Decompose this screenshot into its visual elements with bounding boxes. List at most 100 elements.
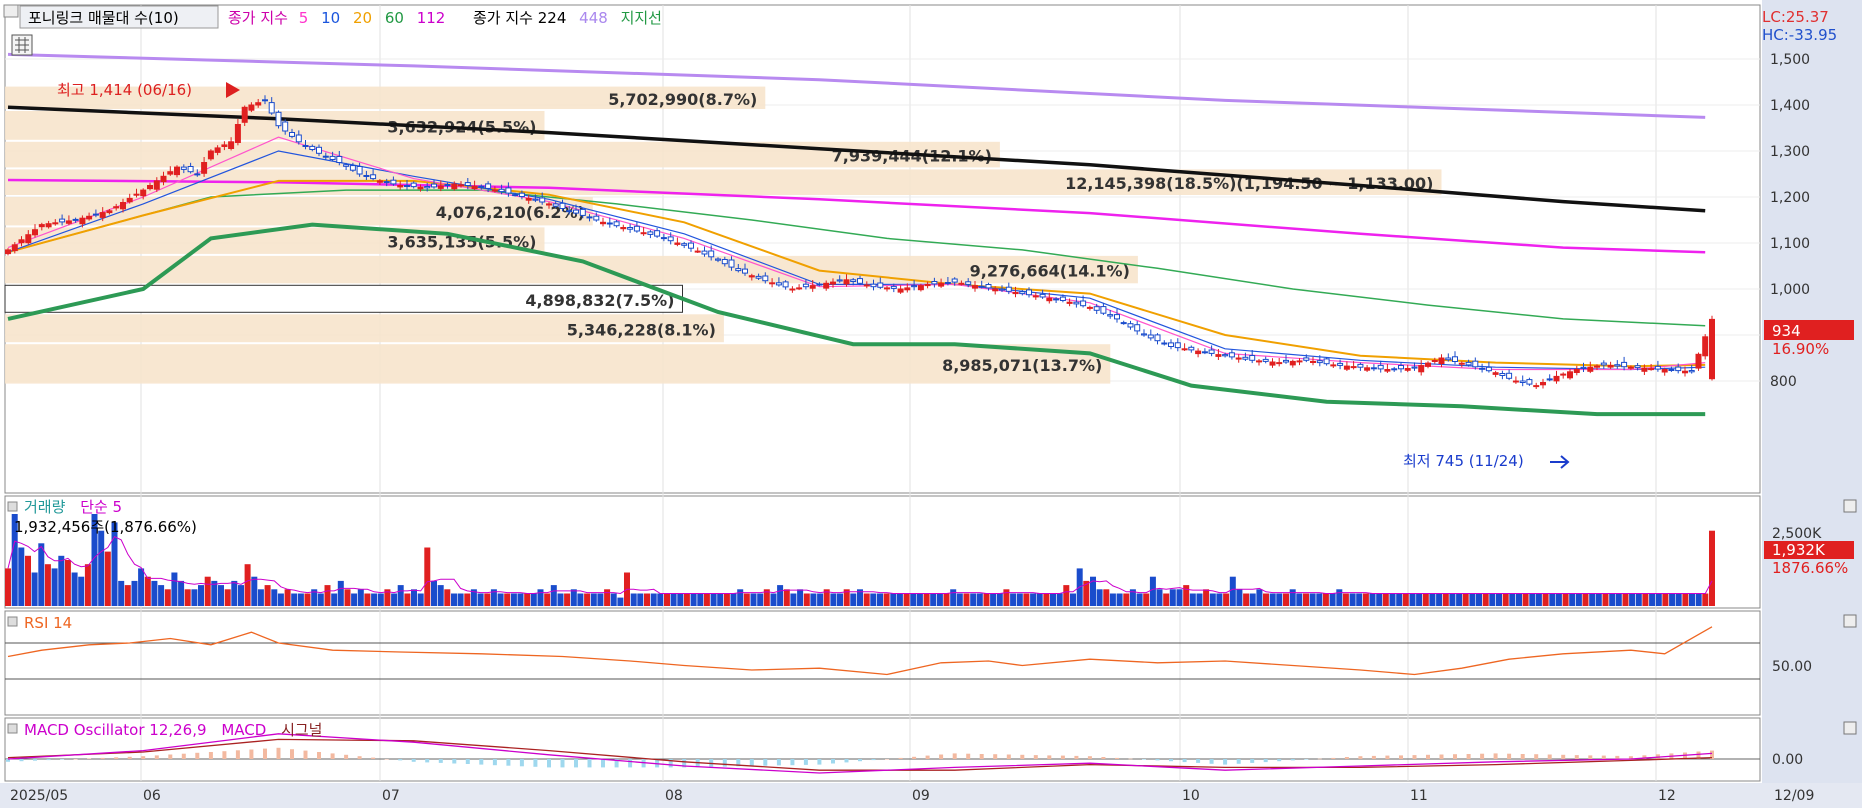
- candle-body-212: [1438, 357, 1445, 364]
- volume-bar-234: [1562, 593, 1569, 606]
- candle-body-33: [228, 141, 235, 150]
- volume-bar-223: [1489, 593, 1496, 606]
- candle-body-12: [86, 215, 93, 220]
- candle-body-102: [694, 250, 701, 253]
- volume-bar-171: [1143, 593, 1150, 606]
- macd-histogram-bar-32: [222, 751, 227, 759]
- volume-close-icon[interactable]: [1843, 499, 1857, 513]
- volume-bar-11: [78, 576, 85, 606]
- volume-bar-196: [1309, 593, 1316, 606]
- chart-canvas[interactable]: 5,702,990(8.7%)3,632,924(5.5%)7,939,444(…: [0, 0, 1862, 808]
- volume-bar-37: [251, 576, 258, 606]
- x-tick-4: 09: [912, 788, 930, 804]
- candle-body-8: [59, 218, 66, 223]
- candle-body-223: [1512, 380, 1519, 383]
- macd-panel-icon[interactable]: [7, 723, 18, 734]
- right-axis-area: [1762, 0, 1862, 808]
- volume-bar-20: [138, 568, 145, 606]
- profile-label-7: 4,898,832(7.5%): [525, 291, 674, 310]
- volume-bar-82: [550, 585, 557, 606]
- volume-bar-132: [883, 593, 890, 606]
- candle-body-99: [674, 242, 681, 245]
- candle-body-28: [194, 173, 201, 176]
- volume-bar-150: [1003, 589, 1010, 606]
- volume-bar-212: [1416, 593, 1423, 606]
- macd-histogram-bar-118: [803, 759, 808, 765]
- candle-body-101: [688, 242, 694, 249]
- volume-bar-255: [1702, 593, 1709, 606]
- macd-histogram-bar-16: [114, 757, 119, 759]
- candle-body-219: [1485, 366, 1492, 372]
- volume-bar-249: [1662, 593, 1669, 606]
- candle-body-170: [1154, 334, 1161, 342]
- candle-body-221: [1499, 373, 1506, 376]
- volume-bar-119: [797, 589, 804, 606]
- volume-bar-165: [1103, 589, 1110, 606]
- candle-body-154: [1046, 297, 1053, 302]
- volume-bar-10: [71, 572, 78, 606]
- volume-bar-15: [104, 551, 111, 606]
- profile-label-9: 8,985,071(13.7%): [942, 356, 1102, 375]
- macd-histogram-bar-128: [871, 759, 876, 761]
- lc-label: LC:25.37: [1762, 8, 1829, 26]
- volume-bar-188: [1256, 589, 1263, 606]
- volume-bar-133: [890, 593, 897, 606]
- candle-body-248: [1682, 370, 1688, 374]
- volume-info: 1,932,456주(1,876.66%): [14, 518, 197, 536]
- volume-bar-25: [171, 572, 178, 606]
- candle-body-122: [830, 281, 836, 285]
- macd-histogram-bar-140: [952, 753, 957, 759]
- candle-body-80: [546, 203, 552, 206]
- candle-body-115: [782, 281, 789, 288]
- volume-bar-5: [38, 543, 45, 606]
- candle-body-162: [1100, 306, 1107, 314]
- volume-bar-122: [817, 593, 824, 606]
- macd-histogram-bar-2: [19, 759, 24, 762]
- candle-body-38: [262, 99, 268, 102]
- support-label: 지지선: [621, 9, 662, 27]
- volume-current: 1,932K: [1772, 541, 1826, 559]
- ma-period-60: 60: [385, 9, 404, 27]
- candle-body-46: [316, 146, 322, 154]
- candle-body-76: [518, 192, 525, 197]
- rsi-panel-icon[interactable]: [7, 616, 18, 627]
- volume-bar-83: [557, 593, 564, 606]
- macd-histogram-bar-92: [628, 759, 633, 768]
- candle-body-202: [1370, 367, 1377, 370]
- candle-body-105: [715, 258, 721, 261]
- volume-bar-65: [437, 585, 444, 606]
- candle-body-135: [917, 285, 924, 291]
- volume-bar-36: [244, 564, 251, 606]
- macd-histogram-bar-52: [357, 756, 362, 759]
- settings-icon[interactable]: [3, 4, 19, 18]
- macd-histogram-bar-230: [1561, 754, 1566, 759]
- macd-histogram-bar-6: [46, 759, 51, 761]
- volume-bar-143: [956, 593, 963, 606]
- rsi-close-icon[interactable]: [1843, 614, 1857, 628]
- volume-bar-95: [637, 593, 644, 606]
- volume-bar-4: [31, 572, 38, 606]
- volume-bar-3: [25, 555, 31, 606]
- macd-histogram-bar-84: [574, 759, 578, 768]
- signal-label: 시그널: [281, 721, 322, 739]
- candle-body-118: [802, 283, 809, 288]
- candle-body-39: [268, 102, 275, 114]
- candle-body-224: [1519, 380, 1526, 383]
- volume-bar-216: [1442, 593, 1449, 606]
- volume-bar-23: [158, 585, 165, 606]
- candle-body-77: [525, 197, 532, 201]
- macd-histogram-bar-10: [73, 759, 78, 760]
- candle-body-48: [329, 155, 336, 160]
- candle-body-161: [1093, 306, 1100, 311]
- macd-histogram-bar-148: [1006, 754, 1011, 759]
- macd-histogram-bar-50: [344, 754, 349, 759]
- volume-panel-icon[interactable]: [7, 501, 18, 512]
- candle-body-89: [606, 222, 613, 225]
- candle-body-37: [255, 102, 262, 106]
- volume-bar-238: [1589, 593, 1596, 606]
- volume-bar-40: [271, 589, 278, 606]
- candle-body-245: [1661, 369, 1668, 373]
- volume-bar-225: [1502, 593, 1509, 606]
- macd-close-icon[interactable]: [1843, 721, 1857, 735]
- volume-bar-50: [337, 580, 344, 606]
